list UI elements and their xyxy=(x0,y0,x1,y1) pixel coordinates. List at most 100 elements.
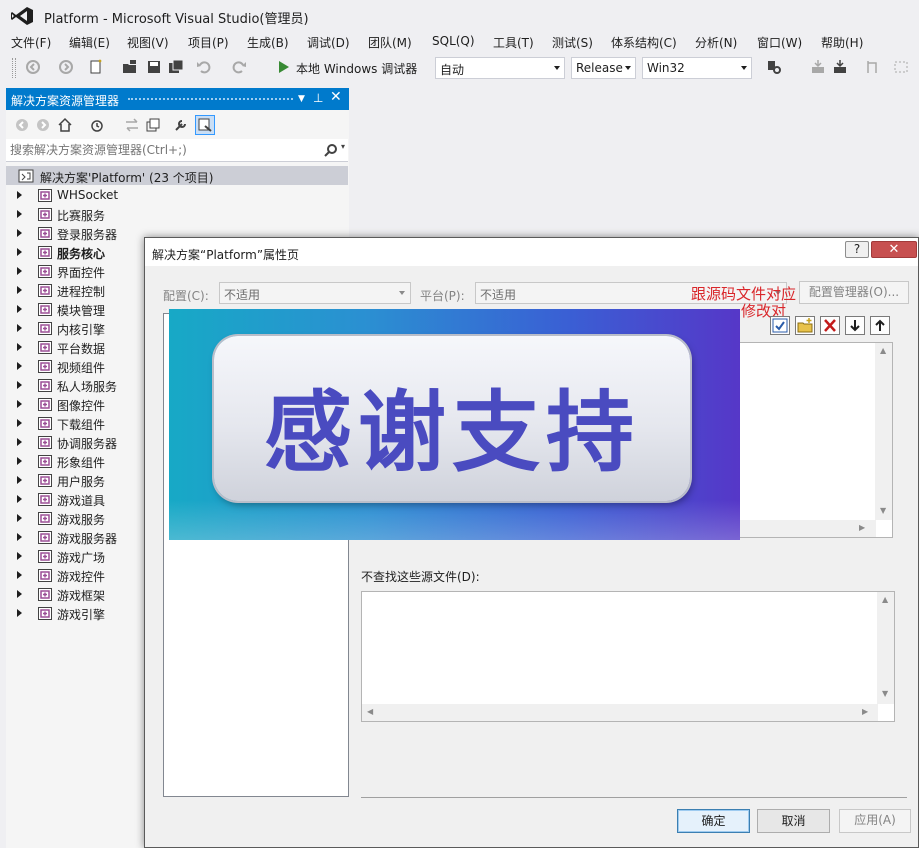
expand-arrow-icon[interactable] xyxy=(17,438,22,446)
undo-icon[interactable] xyxy=(196,59,212,75)
source-list-vscrollbar[interactable]: ▲ ▼ xyxy=(875,343,892,520)
expand-arrow-icon[interactable] xyxy=(17,590,22,598)
dialog-title-bar[interactable]: 解决方案“Platform”属性页 ? ✕ xyxy=(145,238,918,266)
deploy-icon[interactable] xyxy=(832,59,848,75)
redo-icon[interactable] xyxy=(231,59,247,75)
project-node[interactable]: WHSocket xyxy=(6,186,348,205)
start-debugger-button[interactable]: 本地 Windows 调试器 xyxy=(296,60,417,77)
help-button[interactable]: ? xyxy=(845,241,869,258)
expand-arrow-icon[interactable] xyxy=(17,495,22,503)
exclude-list-hscrollbar[interactable]: ◀ ▶ xyxy=(362,704,878,721)
solution-explorer-search[interactable]: ▾ xyxy=(6,139,348,162)
cancel-button[interactable]: 取消 xyxy=(757,809,830,833)
exclude-list-vscrollbar[interactable]: ▲ ▼ xyxy=(877,592,894,704)
find-in-files-icon[interactable] xyxy=(766,59,782,75)
apply-button[interactable]: 应用(A) xyxy=(839,809,911,833)
cpp-project-icon xyxy=(38,436,52,449)
project-label: 游戏广场 xyxy=(57,551,106,565)
menu-edit[interactable]: 编辑(E) xyxy=(69,34,110,51)
expand-arrow-icon[interactable] xyxy=(17,210,22,218)
menu-sql[interactable]: SQL(Q) xyxy=(432,34,475,48)
expand-arrow-icon[interactable] xyxy=(17,286,22,294)
close-panel-icon[interactable]: ✕ xyxy=(330,89,342,105)
build-config-combo[interactable]: Release xyxy=(571,57,636,79)
menu-team[interactable]: 团队(M) xyxy=(368,34,412,51)
expand-arrow-icon[interactable] xyxy=(17,552,22,560)
expand-arrow-icon[interactable] xyxy=(17,571,22,579)
expand-arrow-icon[interactable] xyxy=(17,229,22,237)
scroll-right-icon[interactable]: ▶ xyxy=(862,707,868,716)
expand-arrow-icon[interactable] xyxy=(17,248,22,256)
check-button[interactable] xyxy=(770,316,790,335)
expand-arrow-icon[interactable] xyxy=(17,267,22,275)
properties-icon[interactable] xyxy=(173,117,189,133)
menu-help[interactable]: 帮助(H) xyxy=(821,34,863,51)
open-file-icon[interactable] xyxy=(122,59,138,75)
menu-analyze[interactable]: 分析(N) xyxy=(695,34,737,51)
scroll-up-icon[interactable]: ▲ xyxy=(880,346,886,355)
close-dialog-button[interactable]: ✕ xyxy=(871,241,917,258)
expand-arrow-icon[interactable] xyxy=(17,381,22,389)
scroll-up-icon[interactable]: ▲ xyxy=(882,595,888,604)
platform-combo[interactable]: Win32 xyxy=(642,57,752,79)
solution-node[interactable]: 解决方案'Platform' (23 个项目) xyxy=(6,166,348,185)
expand-arrow-icon[interactable] xyxy=(17,609,22,617)
expand-arrow-icon[interactable] xyxy=(17,191,22,199)
expand-arrow-icon[interactable] xyxy=(17,514,22,522)
attach-icon[interactable] xyxy=(810,59,826,75)
expand-arrow-icon[interactable] xyxy=(17,362,22,370)
menu-tools[interactable]: 工具(T) xyxy=(493,34,534,51)
toolbar-grip[interactable] xyxy=(12,58,16,78)
step-back-icon[interactable] xyxy=(864,59,880,75)
scroll-left-icon[interactable]: ◀ xyxy=(367,707,373,716)
save-icon[interactable] xyxy=(146,59,162,75)
expand-arrow-icon[interactable] xyxy=(17,457,22,465)
menu-project[interactable]: 项目(P) xyxy=(188,34,229,51)
ok-button[interactable]: 确定 xyxy=(677,809,750,833)
expand-arrow-icon[interactable] xyxy=(17,400,22,408)
exclude-files-list[interactable]: ▲ ▼ ◀ ▶ xyxy=(361,591,895,722)
config-combo[interactable]: 不适用 xyxy=(219,282,411,304)
panel-dropdown-icon[interactable]: ▼ xyxy=(298,94,305,104)
sync-icon[interactable] xyxy=(124,117,140,133)
search-options-icon[interactable]: ▾ xyxy=(341,142,345,151)
expand-arrow-icon[interactable] xyxy=(17,305,22,313)
se-forward-icon[interactable] xyxy=(35,117,51,133)
menu-file[interactable]: 文件(F) xyxy=(11,34,51,51)
menu-test[interactable]: 测试(S) xyxy=(552,34,593,51)
scroll-down-icon[interactable]: ▼ xyxy=(880,506,886,515)
move-down-button[interactable] xyxy=(845,316,865,335)
preview-selected-icon[interactable] xyxy=(195,115,215,135)
expand-arrow-icon[interactable] xyxy=(17,476,22,484)
expand-arrow-icon[interactable] xyxy=(17,419,22,427)
navigate-back-icon[interactable] xyxy=(25,59,41,75)
collapse-all-icon[interactable] xyxy=(145,117,161,133)
se-back-icon[interactable] xyxy=(14,117,30,133)
new-folder-button[interactable] xyxy=(795,316,815,335)
home-icon[interactable] xyxy=(57,117,73,133)
menu-architecture[interactable]: 体系结构(C) xyxy=(611,34,677,51)
expand-arrow-icon[interactable] xyxy=(17,533,22,541)
navigate-forward-icon[interactable] xyxy=(58,59,74,75)
project-node[interactable]: 比赛服务 xyxy=(6,205,348,224)
scroll-down-icon[interactable]: ▼ xyxy=(882,689,888,698)
solution-config-combo[interactable]: 自动 xyxy=(435,57,565,79)
search-icon[interactable] xyxy=(324,143,338,157)
start-debugging-icon[interactable] xyxy=(278,60,290,74)
pending-changes-icon[interactable] xyxy=(89,117,105,133)
solution-search-input[interactable] xyxy=(10,143,310,157)
delete-button[interactable] xyxy=(820,316,840,335)
menu-window[interactable]: 窗口(W) xyxy=(757,34,802,51)
move-up-button[interactable] xyxy=(870,316,890,335)
new-project-icon[interactable] xyxy=(88,59,104,75)
expand-arrow-icon[interactable] xyxy=(17,343,22,351)
menu-debug[interactable]: 调试(D) xyxy=(307,34,350,51)
menu-view[interactable]: 视图(V) xyxy=(127,34,169,51)
expand-arrow-icon[interactable] xyxy=(17,324,22,332)
pin-icon[interactable]: ⊥ xyxy=(313,91,323,105)
scroll-right-icon[interactable]: ▶ xyxy=(859,523,865,532)
save-all-icon[interactable] xyxy=(168,59,184,75)
toolbar-options-icon[interactable] xyxy=(893,59,909,75)
menu-build[interactable]: 生成(B) xyxy=(247,34,289,51)
solution-explorer-header[interactable]: 解决方案资源管理器 ▼ ⊥ ✕ xyxy=(6,88,349,110)
